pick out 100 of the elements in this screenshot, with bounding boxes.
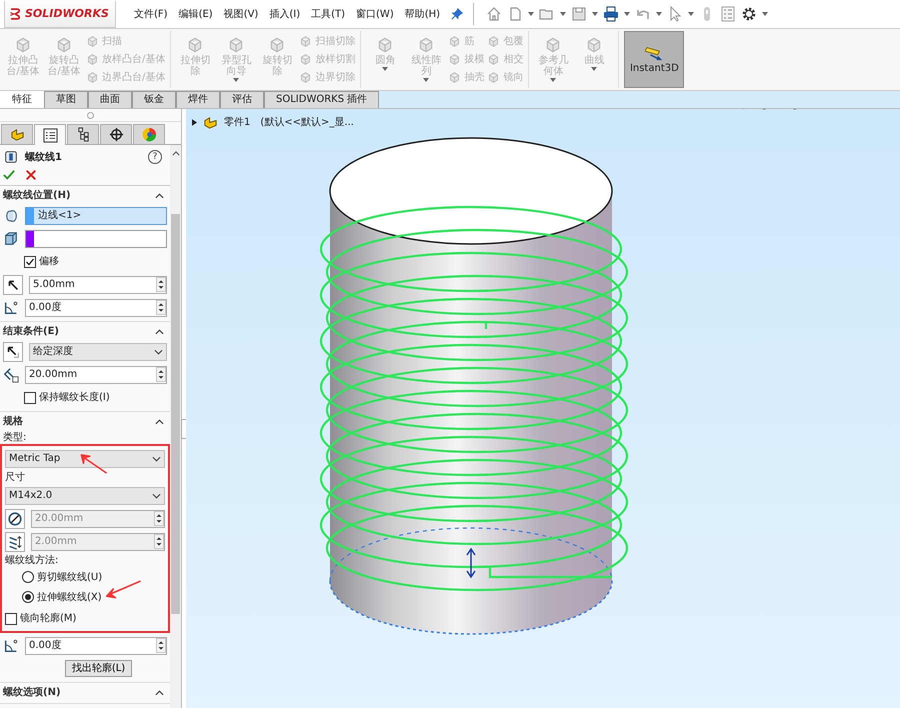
scrollbar[interactable] (170, 145, 181, 708)
collapse-icon[interactable] (155, 690, 164, 696)
spinner-icon[interactable] (156, 277, 166, 292)
menu-item[interactable]: 文件(F) (134, 8, 168, 20)
selection-field[interactable]: 边线<1> (25, 206, 167, 224)
caret-icon[interactable] (528, 12, 534, 16)
selection-field[interactable] (25, 230, 167, 248)
section-header[interactable]: 螺纹线位置(H) (0, 186, 170, 204)
cube-icon (448, 71, 462, 84)
chevron-icon[interactable] (152, 456, 161, 462)
menu-item[interactable]: 视图(V) (224, 8, 258, 20)
dropdown[interactable]: M14x2.0 (5, 486, 165, 504)
checkmark-icon (25, 256, 35, 266)
cube-icon (448, 53, 462, 66)
pin-icon[interactable] (451, 8, 464, 20)
checkbox[interactable]: 保持螺纹长度(I) (24, 391, 110, 404)
checkbox[interactable]: 偏移 (24, 255, 59, 268)
caret-icon[interactable] (762, 12, 768, 16)
help-button[interactable]: ? (148, 150, 162, 164)
logo-icon (9, 6, 23, 20)
checkmark-icon[interactable] (3, 169, 15, 181)
number-field[interactable]: 5.00mm (29, 276, 167, 294)
cube-icon (299, 53, 312, 66)
cube-icon (299, 35, 312, 48)
caret-icon[interactable] (592, 12, 598, 16)
part-icon (10, 127, 24, 142)
ribbon-tab[interactable]: 焊件 (176, 91, 220, 108)
caret-icon[interactable] (688, 12, 694, 16)
field-label: 尺寸 (5, 470, 25, 484)
part-icon (203, 115, 218, 130)
number-field[interactable]: 0.00度 (25, 636, 167, 654)
radio-button[interactable]: 剪切螺纹线(U) (22, 570, 102, 584)
panel-tab[interactable] (100, 124, 132, 144)
selection-value: 边线<1> (37, 209, 82, 222)
chevron-icon[interactable] (152, 492, 161, 498)
menu-item[interactable]: 工具(T) (311, 8, 346, 20)
angle-icon (3, 300, 19, 316)
ribbon-tab[interactable]: 草图 (44, 91, 88, 108)
diameter-icon (5, 508, 25, 528)
menu-item[interactable]: 插入(I) (269, 8, 300, 20)
grip-icon[interactable] (87, 112, 94, 118)
menu-item[interactable]: 帮助(H) (404, 8, 440, 20)
pitch-icon (5, 532, 25, 552)
list-icon (42, 128, 58, 142)
close-icon[interactable] (25, 169, 37, 181)
spinner-icon[interactable] (156, 638, 166, 653)
color-wheel-icon (142, 127, 156, 142)
ribbon-tab[interactable]: 钣金 (132, 91, 176, 108)
panel-tab[interactable] (67, 124, 99, 144)
number-field[interactable]: 20.00mm (25, 366, 167, 384)
caret-icon[interactable] (624, 12, 630, 16)
cube-icon (487, 71, 500, 84)
panel-tab[interactable] (34, 124, 66, 145)
section-header[interactable]: 结束条件(E) (0, 322, 170, 340)
caret-icon[interactable] (560, 12, 566, 16)
number-field[interactable]: 0.00度 (25, 298, 167, 316)
dropdown[interactable]: 给定深度 (29, 342, 167, 360)
printer-icon[interactable] (603, 6, 620, 22)
thread-icon (3, 149, 19, 165)
spinner-icon[interactable] (156, 300, 166, 315)
collapse-icon[interactable] (155, 192, 164, 198)
cube-icon (487, 53, 500, 66)
section-header[interactable]: 规格 (0, 412, 170, 430)
spinner-icon[interactable] (156, 367, 166, 382)
scroll-up-icon[interactable] (172, 151, 180, 156)
cube-icon (487, 35, 500, 48)
home-icon[interactable] (486, 6, 502, 22)
collapse-icon[interactable] (155, 418, 164, 424)
configuration-name: (默认<<默认>_显... (260, 116, 354, 129)
find-profile-button[interactable]: 找出轮廓(L) (64, 660, 132, 677)
feature-title: 螺纹线1 (25, 150, 63, 164)
settings-icon[interactable] (741, 6, 758, 22)
cube-icon (448, 35, 462, 48)
ribbon-command[interactable]: Instant3D (624, 31, 684, 88)
section-header[interactable]: 螺纹选项(N) (0, 683, 170, 701)
cylinder-icon (3, 208, 19, 224)
collapse-icon[interactable] (155, 328, 164, 334)
dropdown[interactable]: Metric Tap (5, 450, 165, 468)
save-icon[interactable] (571, 6, 588, 22)
checkbox[interactable]: 镜向轮廓(M) (5, 612, 76, 625)
cube-icon (86, 53, 99, 66)
cube-icon (14, 36, 32, 54)
chevron-icon[interactable] (154, 348, 163, 354)
caret-icon[interactable] (656, 12, 662, 16)
cube-icon (299, 71, 312, 84)
ribbon-tab[interactable]: 曲面 (88, 91, 132, 108)
logo-box[interactable]: SOLIDWORKS (4, 0, 116, 28)
depth-icon (3, 366, 19, 382)
crosshair-icon (108, 127, 124, 142)
part-name[interactable]: 零件1 (224, 116, 250, 129)
menu-item[interactable]: 窗口(W) (356, 8, 394, 20)
cube-icon (86, 71, 99, 84)
expand-icon[interactable] (192, 119, 197, 126)
ribbon-tab[interactable]: 评估 (220, 91, 264, 108)
menu-item[interactable]: 编辑(E) (178, 8, 213, 20)
radio-button[interactable]: 拉伸螺纹线(X) (22, 590, 102, 604)
angle-icon (3, 638, 19, 654)
ribbon-tab[interactable]: SOLIDWORKS 插件 (264, 91, 380, 108)
tree-icon (76, 127, 90, 142)
face-icon (3, 230, 19, 246)
